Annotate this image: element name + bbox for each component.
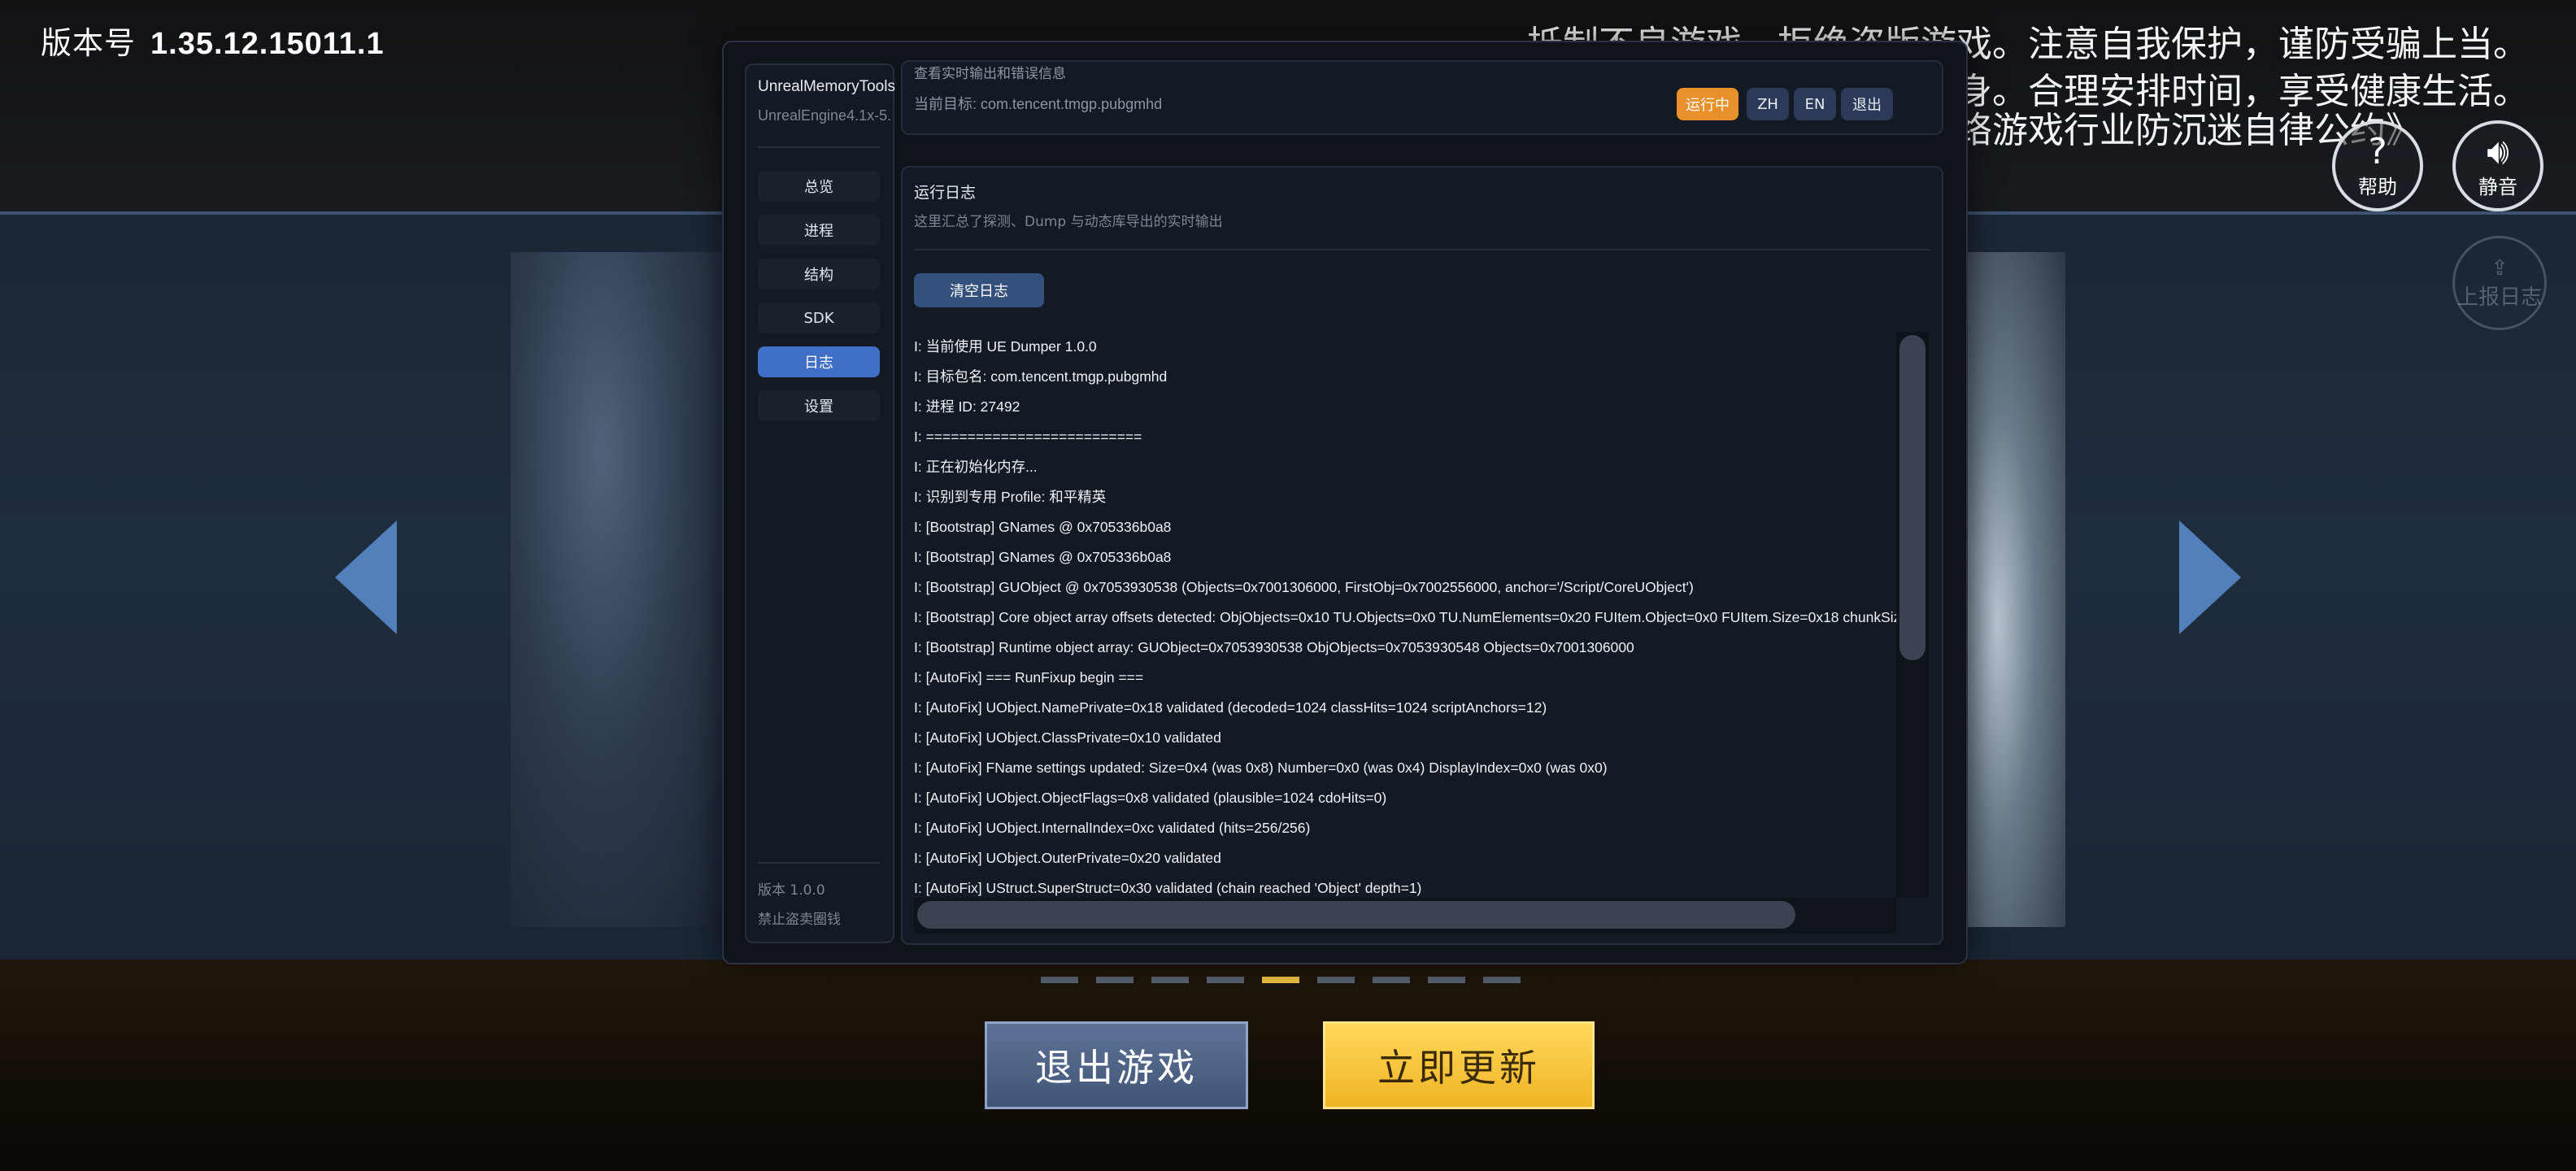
log-line: I: [AutoFix] UObject.ObjectFlags=0x8 val… (914, 790, 1387, 806)
log-horizontal-scrollbar-thumb[interactable] (917, 901, 1795, 929)
page-dot[interactable] (1317, 977, 1355, 983)
current-target: 当前目标: com.tencent.tmgp.pubgmhd (914, 96, 1163, 112)
log-line: I: [AutoFix] UObject.NamePrivate=0x18 va… (914, 699, 1547, 716)
help-button[interactable]: ? 帮助 (2332, 120, 2423, 211)
log-description: 这里汇总了探测、Dump 与动态库导出的实时输出 (914, 214, 1223, 230)
exit-game-button[interactable]: 退出游戏 (985, 1021, 1248, 1109)
header-subtitle: 查看实时输出和错误信息 (914, 66, 1066, 82)
lang-zh-button[interactable]: ZH (1747, 88, 1789, 120)
page-dot[interactable] (1096, 977, 1134, 983)
tool-window: UnrealMemoryTools UnrealEngine4.1x-5.x 总… (722, 41, 1968, 964)
page-dot[interactable] (1262, 977, 1299, 983)
log-vertical-scrollbar-thumb[interactable] (1899, 335, 1925, 660)
update-now-button[interactable]: 立即更新 (1323, 1021, 1595, 1109)
game-version-label: 版本号 (41, 27, 137, 61)
exit-button[interactable]: 退出 (1841, 88, 1893, 120)
sidebar-item[interactable]: 进程 (758, 215, 880, 246)
background-bottom (0, 960, 2576, 1171)
report-log-label: 上报日志 (2456, 285, 2542, 310)
page-dot[interactable] (1373, 977, 1410, 983)
previous-arrow-icon[interactable] (335, 520, 397, 634)
header-card: 查看实时输出和错误信息 当前目标: com.tencent.tmgp.pubgm… (901, 60, 1943, 135)
app-name: UnrealMemoryTools (758, 78, 895, 95)
log-line: I: [AutoFix] UStruct.SuperStruct=0x30 va… (914, 880, 1422, 896)
page-indicator (1041, 977, 1521, 983)
sidebar-divider (758, 146, 880, 148)
report-log-button[interactable]: ⇪ 上报日志 (2452, 236, 2547, 330)
lang-en-button[interactable]: EN (1794, 88, 1836, 120)
game-version: 版本号 1.35.12.15011.1 (41, 18, 385, 63)
status-running-button[interactable]: 运行中 (1677, 88, 1738, 120)
log-line: I: [AutoFix] FName settings updated: Siz… (914, 760, 1608, 776)
mute-button[interactable]: 🔊︎ 静音 (2452, 120, 2543, 211)
upload-icon: ⇪ (2491, 255, 2509, 281)
background-art-right (1952, 252, 2065, 927)
help-label: 帮助 (2358, 175, 2397, 198)
sidebar-item[interactable]: 结构 (758, 259, 880, 289)
log-line: I: 进程 ID: 27492 (914, 398, 1020, 415)
clear-log-button[interactable]: 清空日志 (914, 273, 1044, 307)
sidebar-item[interactable]: 设置 (758, 390, 880, 421)
background-art-left (511, 252, 738, 927)
page-dot[interactable] (1151, 977, 1189, 983)
log-line: I: [Bootstrap] Runtime object array: GUO… (914, 639, 1634, 655)
log-line: I: [Bootstrap] GNames @ 0x705336b0a8 (914, 549, 1172, 565)
sidebar-item[interactable]: 总览 (758, 171, 880, 202)
log-line: I: [AutoFix] UObject.OuterPrivate=0x20 v… (914, 850, 1221, 866)
log-output: I: 当前使用 UE Dumper 1.0.0 I: 目标包名: com.tenc… (914, 332, 1896, 898)
page-dot[interactable] (1483, 977, 1521, 983)
log-line: I: [Bootstrap] Core object array offsets… (914, 609, 1896, 625)
mute-label: 静音 (2478, 175, 2517, 198)
engine-version: UnrealEngine4.1x-5.x (758, 107, 891, 124)
sidebar-item[interactable]: 日志 (758, 346, 880, 377)
log-line: I: [AutoFix] UObject.InternalIndex=0xc v… (914, 820, 1311, 836)
page-dot[interactable] (1041, 977, 1078, 983)
log-divider (914, 249, 1930, 250)
page-dot[interactable] (1428, 977, 1465, 983)
log-line: I: [AutoFix] UObject.ClassPrivate=0x10 v… (914, 729, 1221, 746)
question-icon: ? (2368, 130, 2387, 172)
log-line: I: [AutoFix] === RunFixup begin === (914, 669, 1144, 686)
log-line: I: 识别到专用 Profile: 和平精英 (914, 489, 1107, 505)
footer-version: 版本 1.0.0 (758, 882, 825, 899)
page-dot[interactable] (1207, 977, 1244, 983)
log-line: I: 正在初始化内存... (914, 459, 1038, 475)
log-line: I: [Bootstrap] GUObject @ 0x7053930538 (… (914, 579, 1694, 595)
sidebar-divider (758, 862, 880, 864)
game-version-number: 1.35.12.15011.1 (150, 27, 385, 61)
sidebar-item[interactable]: SDK (758, 303, 880, 333)
log-line: I: ========================== (914, 429, 1142, 445)
sidebar: UnrealMemoryTools UnrealEngine4.1x-5.x 总… (745, 63, 895, 943)
next-arrow-icon[interactable] (2179, 520, 2241, 634)
log-line: I: 目标包名: com.tencent.tmgp.pubgmhd (914, 368, 1168, 385)
speaker-icon: 🔊︎ (2487, 130, 2509, 172)
footer-warning: 禁止盗卖圈钱 (758, 912, 841, 928)
log-card: 运行日志 这里汇总了探测、Dump 与动态库导出的实时输出 清空日志 I: 当前… (901, 166, 1943, 945)
log-line: I: 当前使用 UE Dumper 1.0.0 (914, 338, 1097, 355)
log-title: 运行日志 (914, 184, 977, 202)
log-line: I: [Bootstrap] GNames @ 0x705336b0a8 (914, 519, 1172, 535)
